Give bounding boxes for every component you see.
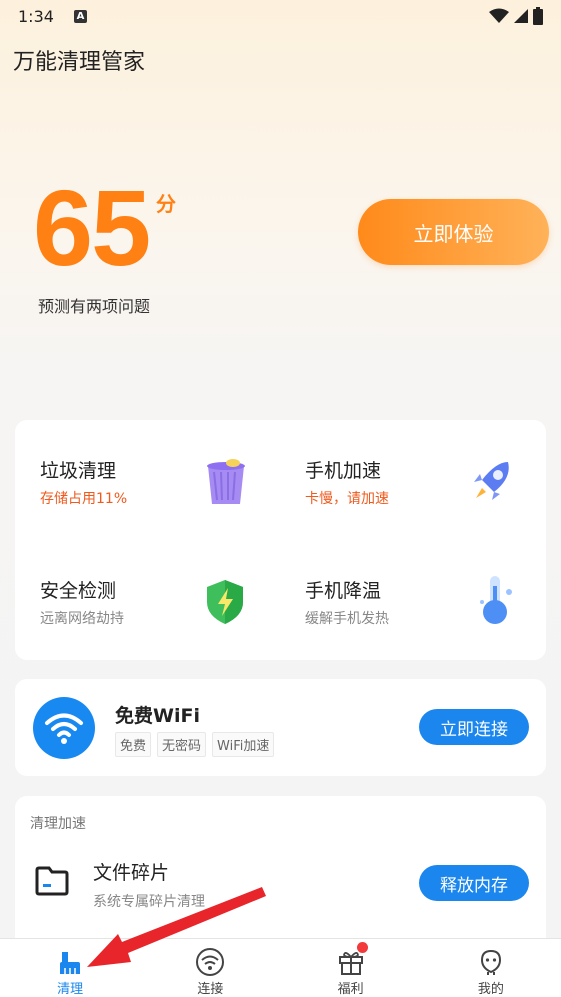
wifi-tags: 免费 无密码 WiFi加速 [115, 732, 275, 757]
try-now-button[interactable]: 立即体验 [358, 199, 549, 265]
folder-icon [35, 866, 69, 896]
nav-label: 福利 [337, 982, 364, 997]
file-fragment-subtitle: 系统专属碎片清理 [93, 894, 205, 910]
score-value: 65 [33, 167, 151, 288]
nav-label: 连接 [197, 982, 224, 997]
tool-title: 安全检测 [40, 580, 117, 602]
wifi-signal-icon [489, 8, 509, 23]
tool-subtitle: 缓解手机发热 [305, 611, 389, 627]
status-icons [489, 7, 543, 25]
tool-junk-clean[interactable]: 垃圾清理 存储占用11% [15, 420, 280, 540]
file-fragment-title: 文件碎片 [93, 862, 170, 884]
wifi-icon [45, 713, 83, 744]
tool-subtitle: 卡慢，请加速 [305, 491, 389, 507]
wifi-icon [196, 948, 225, 976]
wifi-tag: WiFi加速 [212, 732, 275, 757]
section-label: 清理加速 [30, 816, 86, 832]
tool-security-check[interactable]: 安全检测 远离网络劫持 [15, 540, 280, 660]
status-bar: 1:34 A [0, 0, 561, 32]
nav-label: 清理 [57, 982, 84, 997]
status-time: 1:34 [18, 6, 54, 26]
trash-bin-icon [207, 459, 245, 504]
notification-badge [356, 942, 368, 953]
profile-icon [480, 949, 501, 975]
tool-phone-cooling[interactable]: 手机降温 缓解手机发热 [280, 540, 545, 660]
nav-item-welfare[interactable]: 福利 [281, 939, 421, 997]
cell-signal-icon [514, 9, 528, 23]
wifi-title: 免费WiFi [115, 705, 200, 727]
nav-label: 我的 [477, 982, 504, 997]
tool-title: 手机加速 [305, 460, 382, 482]
connect-now-button[interactable]: 立即连接 [419, 709, 529, 745]
app-title: 万能清理管家 [13, 50, 146, 75]
score-description: 预测有两项问题 [38, 297, 151, 316]
thermometer-icon [480, 576, 512, 624]
shield-icon [207, 580, 243, 624]
broom-icon [60, 952, 81, 974]
wifi-tag: 无密码 [157, 732, 207, 757]
score-unit: 分 [156, 192, 176, 216]
tool-subtitle: 存储占用11% [40, 491, 128, 507]
tools-card: 垃圾清理 存储占用11% 手机加速 卡慢，请加速 安全检测 远离网络劫持 手机降… [15, 420, 546, 660]
battery-icon [533, 7, 543, 25]
tool-phone-boost[interactable]: 手机加速 卡慢，请加速 [280, 420, 545, 540]
bottom-nav: 清理 连接 福利 我的 [0, 938, 561, 997]
nav-item-connect[interactable]: 连接 [140, 939, 280, 997]
tool-title: 垃圾清理 [40, 460, 117, 482]
tool-title: 手机降温 [305, 580, 382, 602]
rocket-icon [474, 462, 509, 500]
wifi-tag: 免费 [115, 732, 152, 757]
tool-subtitle: 远离网络劫持 [40, 611, 124, 627]
nav-item-clean[interactable]: 清理 [0, 939, 140, 997]
free-wifi-card: 免费WiFi 免费 无密码 WiFi加速 立即连接 [15, 679, 546, 776]
wifi-logo-icon [33, 697, 95, 759]
nav-item-mine[interactable]: 我的 [421, 939, 561, 997]
notification-icon: A [73, 9, 87, 23]
release-memory-button[interactable]: 释放内存 [419, 865, 529, 901]
clean-speedup-card: 清理加速 文件碎片 系统专属碎片清理 释放内存 [15, 796, 546, 956]
